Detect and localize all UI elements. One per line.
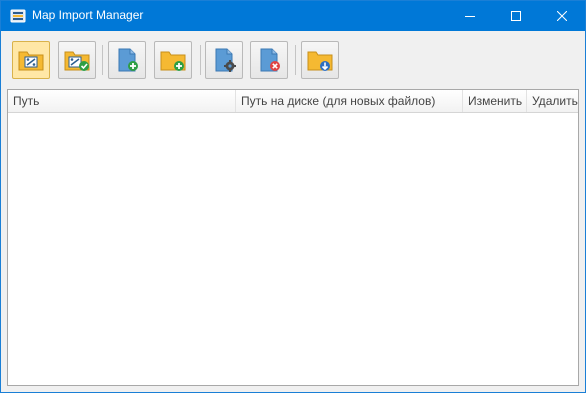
folder-add-icon <box>160 51 186 71</box>
file-add-icon <box>118 48 138 72</box>
remove-file-button[interactable] <box>250 41 288 79</box>
column-header-disk-path[interactable]: Путь на диске (для новых файлов) <box>236 90 463 112</box>
folder-download-icon <box>307 51 333 71</box>
download-folder-button[interactable] <box>301 41 339 79</box>
column-header-path[interactable]: Путь <box>8 90 236 112</box>
window-title: Map Import Manager <box>32 8 144 22</box>
grid-header: Путь Путь на диске (для новых файлов) Из… <box>8 90 578 113</box>
add-folder-button[interactable] <box>154 41 192 79</box>
minimize-icon <box>465 16 475 17</box>
open-map-folder-button[interactable] <box>12 41 50 79</box>
maximize-icon <box>511 11 521 21</box>
maximize-button[interactable] <box>493 1 539 31</box>
file-remove-icon <box>260 48 280 72</box>
column-header-edit[interactable]: Изменить <box>463 90 527 112</box>
files-grid[interactable]: Путь Путь на диске (для новых файлов) Из… <box>7 89 579 386</box>
file-settings-button[interactable] <box>205 41 243 79</box>
main-window: Map Import Manager Путь Путь на диске (д… <box>0 0 586 393</box>
grid-body[interactable] <box>8 113 578 385</box>
folder-map-check-icon <box>64 51 90 71</box>
title-bar[interactable]: Map Import Manager <box>1 1 585 31</box>
column-header-delete[interactable]: Удалить <box>527 90 578 112</box>
toolbar-separator <box>102 45 103 75</box>
minimize-button[interactable] <box>447 1 493 31</box>
app-icon <box>10 9 26 23</box>
toolbar-separator <box>200 45 201 75</box>
toolbar-separator <box>295 45 296 75</box>
close-icon <box>557 11 567 21</box>
toolbar <box>1 31 585 87</box>
add-file-button[interactable] <box>108 41 146 79</box>
validate-map-button[interactable] <box>58 41 96 79</box>
folder-map-icon <box>18 51 44 71</box>
close-button[interactable] <box>539 1 585 31</box>
file-gear-icon <box>215 48 236 72</box>
